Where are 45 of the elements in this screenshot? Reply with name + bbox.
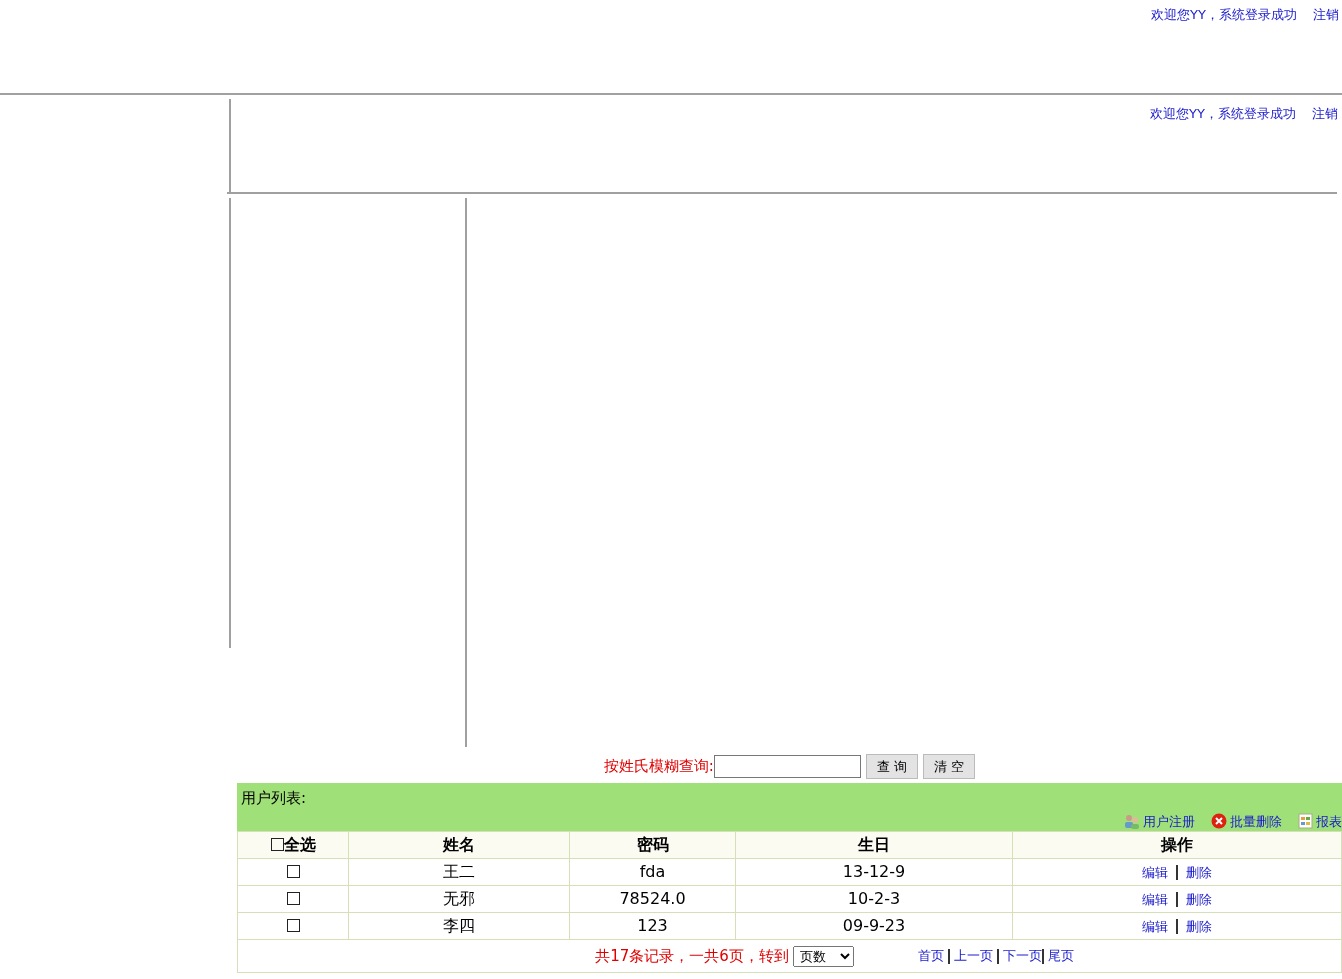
welcome-text: 欢迎您YY，系统登录成功 — [1151, 6, 1297, 24]
table-cell: 09-9-23 — [735, 912, 1013, 940]
edit-link[interactable]: 编辑 — [1142, 919, 1168, 934]
pager-link[interactable]: 下一页 — [1002, 946, 1042, 966]
register-link[interactable]: 用户注册 — [1143, 811, 1195, 831]
table-cell: 10-2-3 — [735, 885, 1013, 913]
search-label: 按姓氏模糊查询: — [603, 756, 714, 778]
row-checkbox[interactable] — [286, 919, 300, 932]
report-link[interactable]: 报表 — [1316, 811, 1342, 831]
edit-link[interactable]: 编辑 — [1142, 892, 1168, 907]
surname-search-field[interactable] — [713, 755, 861, 778]
search-button[interactable]: 查 询 — [865, 754, 919, 779]
table-cell: fda — [569, 858, 736, 886]
pager-link[interactable]: 首页 — [917, 946, 944, 966]
page-select[interactable]: 页数 — [792, 945, 854, 967]
select-all-checkbox[interactable] — [270, 838, 284, 851]
delete-link[interactable]: 删除 — [1186, 865, 1212, 880]
delete-icon — [1211, 813, 1227, 830]
table-cell: 123 — [569, 912, 736, 940]
logout-link[interactable]: 注销 — [1313, 5, 1339, 25]
logout-link[interactable]: 注销 — [1312, 104, 1338, 124]
table-cell: 13-12-9 — [735, 858, 1013, 886]
report-icon — [1298, 813, 1313, 830]
pager-link[interactable]: 尾页 — [1047, 946, 1074, 966]
list-title: 用户列表: — [241, 788, 308, 809]
column-header: 生日 — [735, 831, 1013, 859]
pager-link[interactable]: 上一页 — [953, 946, 993, 966]
column-header: 全选 — [283, 835, 316, 854]
delete-link[interactable]: 删除 — [1186, 892, 1212, 907]
row-checkbox[interactable] — [286, 892, 300, 905]
table-cell: 王二 — [348, 858, 570, 886]
column-header: 操作 — [1012, 831, 1342, 859]
column-header: 姓名 — [348, 831, 570, 859]
welcome-text: 欢迎您YY，系统登录成功 — [1150, 105, 1296, 123]
clear-button[interactable]: 清 空 — [923, 754, 976, 779]
table-cell: 无邪 — [348, 885, 570, 913]
table-cell: 78524.0 — [569, 885, 736, 913]
batch-delete-link[interactable]: 批量删除 — [1230, 811, 1282, 831]
users-icon — [1124, 813, 1140, 829]
table-cell: 李四 — [348, 912, 570, 940]
pager-summary: 共17条记录，一共6页，转到 — [595, 945, 789, 967]
column-header: 密码 — [569, 831, 736, 859]
row-checkbox[interactable] — [286, 865, 300, 878]
delete-link[interactable]: 删除 — [1186, 919, 1212, 934]
edit-link[interactable]: 编辑 — [1142, 865, 1168, 880]
